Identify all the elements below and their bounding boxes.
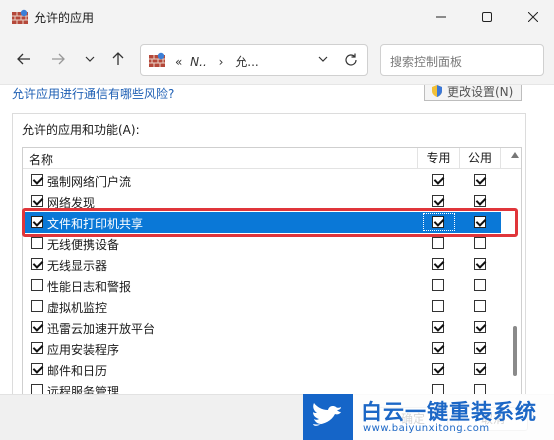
private-checkbox[interactable] <box>432 363 444 375</box>
public-checkbox[interactable] <box>474 300 486 312</box>
app-name: 邮件和日历 <box>47 364 108 378</box>
change-settings-button[interactable]: 更改设置(N) <box>424 85 522 101</box>
watermark-logo <box>303 394 353 440</box>
watermark: 白云一键重装系统 www.baiyunxitong.com <box>303 394 554 440</box>
search-placeholder: 搜索控制面板 <box>390 55 463 69</box>
search-input[interactable]: 搜索控制面板 <box>380 44 544 76</box>
enable-checkbox[interactable] <box>31 342 43 354</box>
list-item[interactable]: 强制网络门户流 <box>23 170 501 191</box>
window-title: 允许的应用 <box>34 11 95 25</box>
forward-button[interactable] <box>47 48 69 70</box>
list-item[interactable]: 虚拟机监控 <box>23 296 501 317</box>
breadcrumb-item-network[interactable]: N.. <box>190 55 207 69</box>
up-button[interactable] <box>107 48 129 70</box>
private-checkbox[interactable] <box>432 342 444 354</box>
refresh-button[interactable] <box>343 52 359 71</box>
arrow-right-icon <box>52 53 65 65</box>
annotation-highlight <box>22 208 518 237</box>
close-button[interactable] <box>510 0 554 34</box>
enable-checkbox[interactable] <box>31 237 43 249</box>
public-checkbox[interactable] <box>474 195 486 207</box>
maximize-button[interactable] <box>464 0 510 34</box>
enable-checkbox[interactable] <box>31 363 43 375</box>
app-name: 无线显示器 <box>47 259 108 273</box>
breadcrumb-item-allowed[interactable]: 允... <box>235 55 258 69</box>
public-checkbox[interactable] <box>474 174 486 186</box>
risks-link[interactable]: 允许应用进行通信有哪些风险? <box>12 85 174 102</box>
scroll-up-icon <box>511 152 519 158</box>
arrow-up-icon <box>112 52 124 65</box>
shield-icon <box>432 85 442 97</box>
vertical-scrollbar[interactable] <box>509 148 521 400</box>
enable-checkbox[interactable] <box>31 279 43 291</box>
back-button[interactable] <box>13 48 35 70</box>
column-header-private[interactable]: 专用 <box>417 148 459 169</box>
allowed-apps-list[interactable]: 名称 专用 公用 强制网络门户流 网络发现 文件和打印机共享 无线便携设备 无线显示器性… <box>22 147 522 401</box>
list-item[interactable]: 性能日志和警报 <box>23 275 501 296</box>
address-dropdown-button[interactable] <box>317 53 329 68</box>
address-bar[interactable]: « N.. › 允... <box>140 44 368 76</box>
public-checkbox[interactable] <box>474 342 486 354</box>
public-checkbox[interactable] <box>474 258 486 270</box>
firewall-brick-icon <box>12 9 28 25</box>
private-checkbox[interactable] <box>432 258 444 270</box>
app-name: 性能日志和警报 <box>47 280 132 294</box>
public-checkbox[interactable] <box>474 321 486 333</box>
arrow-left-icon <box>17 53 30 65</box>
allowed-apps-label: 允许的应用和功能(A): <box>22 123 140 137</box>
breadcrumb-overflow[interactable]: « <box>175 55 182 69</box>
app-name: 虚拟机监控 <box>47 301 108 315</box>
private-checkbox[interactable] <box>432 195 444 207</box>
refresh-icon <box>345 53 357 66</box>
content-area: 允许应用进行通信有哪些风险? 更改设置(N) 允许的应用和功能(A): 名称 专… <box>0 84 554 440</box>
app-name: 迅雷云加速开放平台 <box>47 322 156 336</box>
public-checkbox[interactable] <box>474 363 486 375</box>
private-checkbox[interactable] <box>432 174 444 186</box>
app-name: 无线便携设备 <box>47 238 120 252</box>
list-item[interactable]: 应用安装程序 <box>23 338 501 359</box>
list-item[interactable]: 无线显示器 <box>23 254 501 275</box>
public-checkbox[interactable] <box>474 237 486 249</box>
enable-checkbox[interactable] <box>31 258 43 270</box>
scrollbar-thumb[interactable] <box>513 326 517 376</box>
watermark-url: www.baiyunxitong.com <box>363 423 490 434</box>
minimize-button[interactable] <box>418 0 464 34</box>
title-bar: 允许的应用 <box>0 0 554 34</box>
breadcrumb: « N.. › 允... <box>175 53 259 70</box>
navigation-bar: « N.. › 允... 搜索控制面板 <box>0 34 554 84</box>
private-checkbox[interactable] <box>432 279 444 291</box>
watermark-title: 白云一键重装系统 <box>361 400 537 424</box>
firewall-brick-icon <box>149 52 165 68</box>
bird-logo-icon <box>313 403 341 426</box>
enable-checkbox[interactable] <box>31 300 43 312</box>
private-checkbox[interactable] <box>432 237 444 249</box>
list-item[interactable]: 邮件和日历 <box>23 359 501 380</box>
change-settings-label: 更改设置(N) <box>447 85 514 99</box>
breadcrumb-separator[interactable]: › <box>219 55 224 69</box>
enable-checkbox[interactable] <box>31 195 43 207</box>
list-item[interactable]: 迅雷云加速开放平台 <box>23 317 501 338</box>
recent-locations-button[interactable] <box>79 48 101 70</box>
enable-checkbox[interactable] <box>31 174 43 186</box>
private-checkbox[interactable] <box>432 300 444 312</box>
public-checkbox[interactable] <box>474 279 486 291</box>
column-header-public[interactable]: 公用 <box>459 148 501 169</box>
app-name: 强制网络门户流 <box>47 175 132 189</box>
private-checkbox[interactable] <box>432 321 444 333</box>
app-name: 应用安装程序 <box>47 343 120 357</box>
chevron-down-icon <box>85 56 95 62</box>
column-header-name[interactable]: 名称 <box>29 151 53 168</box>
enable-checkbox[interactable] <box>31 321 43 333</box>
chevron-down-icon <box>318 56 328 62</box>
list-header: 名称 专用 公用 <box>23 148 521 169</box>
